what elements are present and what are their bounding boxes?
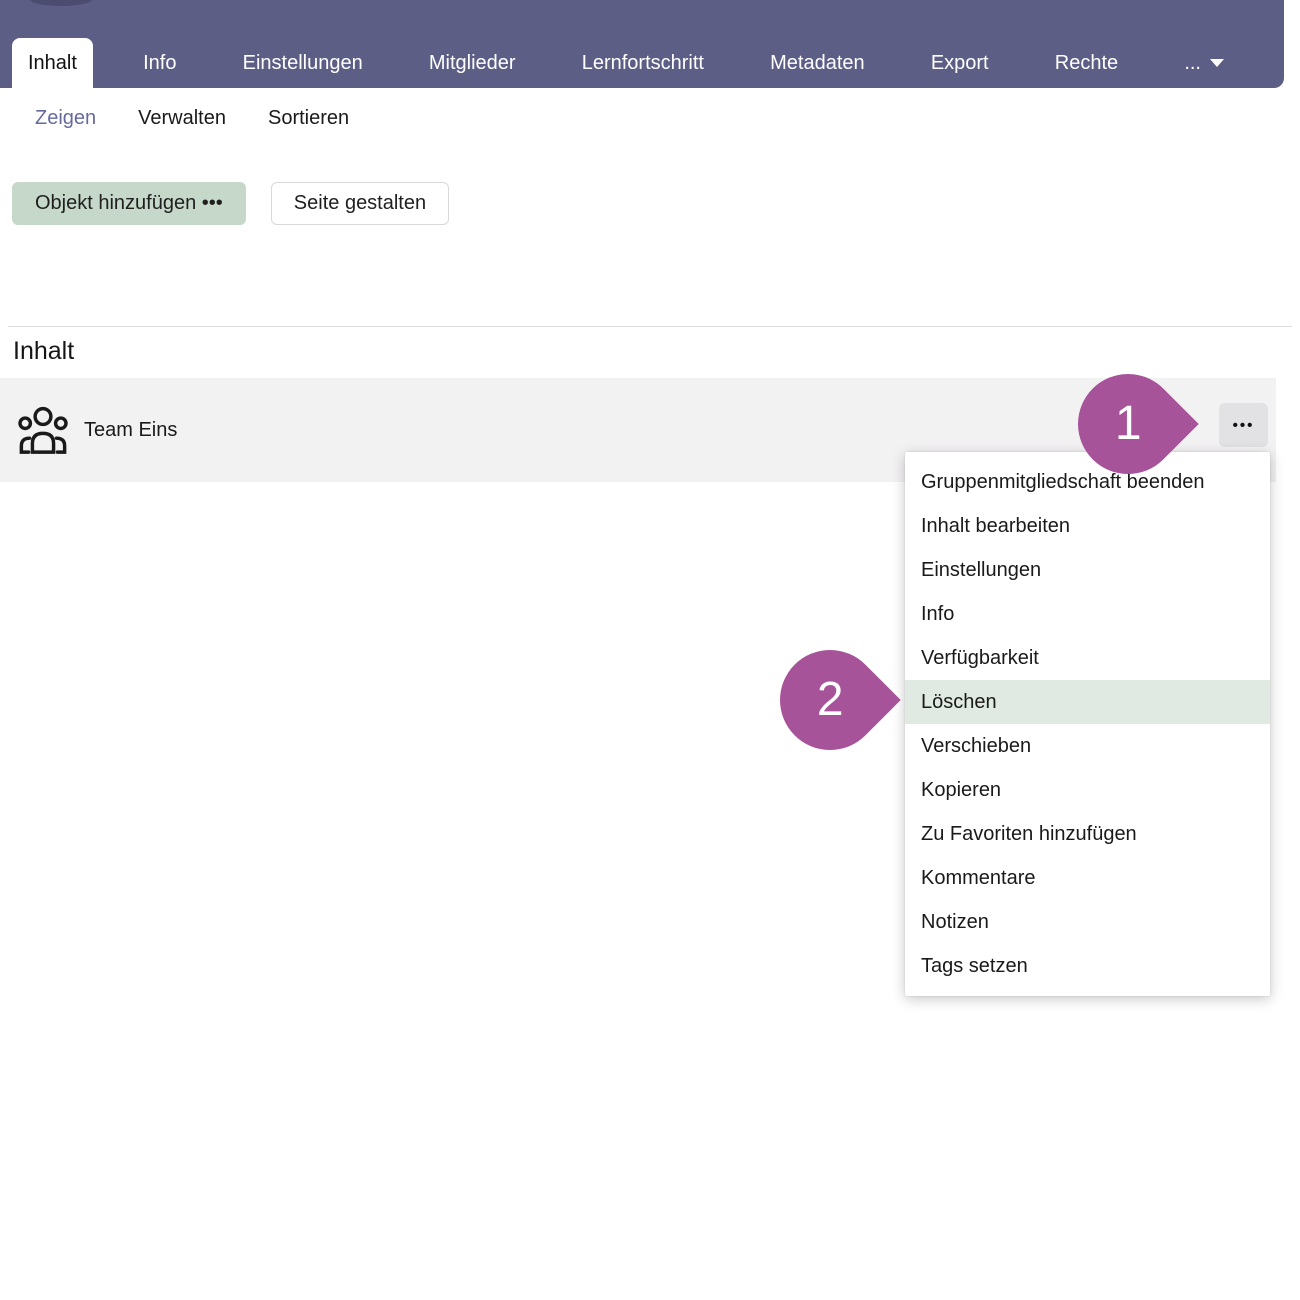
ellipsis-icon: ••• [1233,417,1255,434]
tab-info[interactable]: Info [127,38,192,88]
menu-item-gruppenmitgliedschaft-beenden[interactable]: Gruppenmitgliedschaft beenden [905,460,1270,504]
subnav-item-verwalten[interactable]: Verwalten [138,107,226,130]
tab-metadaten[interactable]: Metadaten [754,38,881,88]
annotation-step-1-number: 1 [1115,400,1142,448]
section-title: Inhalt [13,337,74,366]
context-menu: Gruppenmitgliedschaft beenden Inhalt bea… [905,452,1270,996]
annotation-step-2-number: 2 [817,676,844,724]
item-title[interactable]: Team Eins [84,419,177,442]
tab-rechte[interactable]: Rechte [1039,38,1134,88]
group-icon [18,404,68,456]
page: Inhalt Info Einstellungen Mitglieder Ler… [0,0,1300,1300]
item-actions-button[interactable]: ••• [1219,403,1268,447]
menu-item-kopieren[interactable]: Kopieren [905,768,1270,812]
menu-item-info[interactable]: Info [905,592,1270,636]
menu-item-verschieben[interactable]: Verschieben [905,724,1270,768]
subnav-item-zeigen[interactable]: Zeigen [35,107,96,130]
tab-more-label: ... [1184,52,1201,75]
tab-einstellungen[interactable]: Einstellungen [227,38,379,88]
topbar-decoration [30,0,92,6]
subnav-item-sortieren[interactable]: Sortieren [268,107,349,130]
annotation-step-2: 2 [759,629,900,770]
menu-item-zu-favoriten-hinzufuegen[interactable]: Zu Favoriten hinzufügen [905,812,1270,856]
menu-item-kommentare[interactable]: Kommentare [905,856,1270,900]
menu-item-einstellungen[interactable]: Einstellungen [905,548,1270,592]
menu-item-tags-setzen[interactable]: Tags setzen [905,944,1270,988]
tab-inhalt[interactable]: Inhalt [12,38,93,88]
menu-item-verfuegbarkeit[interactable]: Verfügbarkeit [905,636,1270,680]
menu-item-notizen[interactable]: Notizen [905,900,1270,944]
add-object-button[interactable]: Objekt hinzufügen ••• [12,182,246,225]
tab-more[interactable]: ... [1168,38,1240,88]
sub-navigation: Zeigen Verwalten Sortieren [35,96,349,140]
tab-export[interactable]: Export [915,38,1005,88]
top-tab-bar: Inhalt Info Einstellungen Mitglieder Ler… [0,0,1284,88]
tab-lernfortschritt[interactable]: Lernfortschritt [566,38,720,88]
menu-item-loeschen[interactable]: Löschen [905,680,1270,724]
toolbar: Objekt hinzufügen ••• Seite gestalten [12,182,449,225]
menu-item-inhalt-bearbeiten[interactable]: Inhalt bearbeiten [905,504,1270,548]
caret-down-icon [1210,59,1224,67]
tab-mitglieder[interactable]: Mitglieder [413,38,532,88]
design-page-button[interactable]: Seite gestalten [271,182,449,225]
section-divider [8,326,1292,327]
tab-list: Inhalt Info Einstellungen Mitglieder Ler… [12,38,1240,88]
